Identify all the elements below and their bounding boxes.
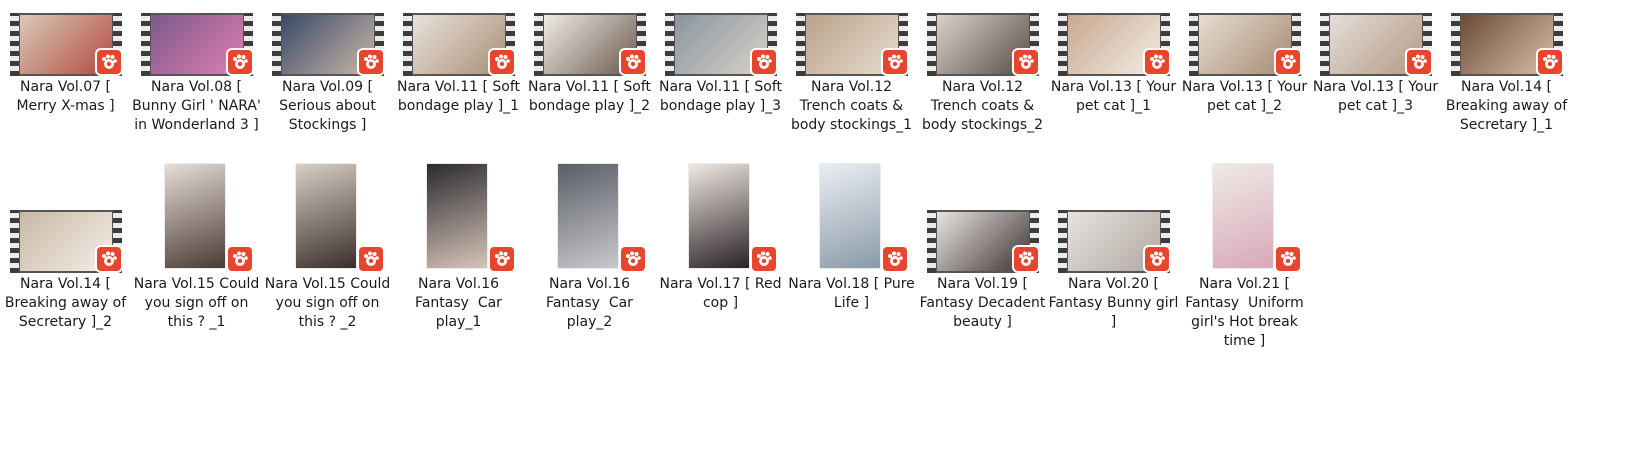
media-player-badge-icon xyxy=(619,245,647,273)
file-name-label: Nara Vol.13 [ Your pet cat ]_2 xyxy=(1181,79,1312,114)
file-name-label: Nara Vol.11 [ Soft bondage play ]_2 xyxy=(527,79,656,114)
media-player-badge-icon xyxy=(1536,48,1564,76)
file-item[interactable]: Nara Vol.13 [ Your pet cat ]_3 xyxy=(1310,0,1441,200)
file-item[interactable]: Nara Vol.15 Could you sign off on this ?… xyxy=(262,164,395,397)
media-player-badge-icon xyxy=(619,48,647,76)
file-item[interactable]: Nara Vol.16 Fantasy Car play_1 xyxy=(393,164,524,397)
media-player-badge-icon xyxy=(1274,48,1302,76)
file-name-label: Nara Vol.11 [ Soft bondage play ]_1 xyxy=(396,79,525,114)
file-name-label: Nara Vol.15 Could you sign off on this ?… xyxy=(133,276,264,330)
file-item[interactable]: Nara Vol.14 [ Breaking away of Secretary… xyxy=(1441,0,1572,200)
image-preview xyxy=(558,164,618,268)
file-item[interactable]: Nara Vol.18 [ Pure Life ] xyxy=(786,164,920,397)
media-player-badge-icon xyxy=(226,48,254,76)
file-name-label: Nara Vol.18 [ Pure Life ] xyxy=(788,276,920,311)
media-player-badge-icon xyxy=(750,245,778,273)
media-player-badge-icon xyxy=(357,245,385,273)
file-name-label: Nara Vol.15 Could you sign off on this ?… xyxy=(264,276,395,330)
file-name-label: Nara Vol.19 [ Fantasy Decadent beauty ] xyxy=(919,276,1050,330)
image-preview xyxy=(1213,164,1273,268)
file-name-label: Nara Vol.09 [ Serious about Stockings ] xyxy=(279,79,381,133)
media-player-badge-icon xyxy=(226,245,254,273)
file-name-label: Nara Vol.16 Fantasy Car play_2 xyxy=(546,276,638,330)
media-player-badge-icon xyxy=(1274,245,1302,273)
file-name-label: Nara Vol.11 [ Soft bondage play ]_3 xyxy=(658,79,787,114)
file-item[interactable]: Nara Vol.14 [ Breaking away of Secretary… xyxy=(0,197,131,397)
media-player-badge-icon xyxy=(95,245,123,273)
media-player-badge-icon xyxy=(1405,48,1433,76)
file-item[interactable]: Nara Vol.12 Trench coats & body stocking… xyxy=(917,0,1048,200)
media-player-badge-icon xyxy=(1012,48,1040,76)
file-name-label: Nara Vol.20 [ Fantasy Bunny girl ] xyxy=(1048,276,1183,330)
file-item[interactable]: Nara Vol.13 [ Your pet cat ]_1 xyxy=(1048,0,1179,200)
file-item[interactable]: Nara Vol.20 [ Fantasy Bunny girl ] xyxy=(1048,197,1179,397)
image-preview xyxy=(689,164,749,268)
media-player-badge-icon xyxy=(1012,245,1040,273)
image-preview xyxy=(165,164,225,268)
file-name-label: Nara Vol.08 [ Bunny Girl ' NARA' in Wond… xyxy=(132,79,266,133)
file-name-label: Nara Vol.13 [ Your pet cat ]_3 xyxy=(1312,79,1443,114)
file-name-label: Nara Vol.07 [ Merry X-mas ] xyxy=(16,79,116,114)
file-name-label: Nara Vol.17 [ Red cop ] xyxy=(659,276,786,311)
media-player-badge-icon xyxy=(1143,48,1171,76)
file-name-label: Nara Vol.12 Trench coats & body stocking… xyxy=(921,79,1044,133)
file-item[interactable]: Nara Vol.17 [ Red cop ] xyxy=(655,164,786,397)
file-name-label: Nara Vol.21 [ Fantasy Uniform girl's Hot… xyxy=(1185,276,1309,349)
file-item[interactable]: Nara Vol.16 Fantasy Car play_2 xyxy=(524,164,655,397)
media-player-badge-icon xyxy=(488,245,516,273)
file-name-label: Nara Vol.16 Fantasy Car play_1 xyxy=(415,276,507,330)
file-name-label: Nara Vol.14 [ Breaking away of Secretary… xyxy=(1445,79,1572,133)
file-name-label: Nara Vol.13 [ Your pet cat ]_1 xyxy=(1050,79,1181,114)
file-item[interactable]: Nara Vol.15 Could you sign off on this ?… xyxy=(131,164,264,397)
media-player-badge-icon xyxy=(95,48,123,76)
file-item[interactable]: Nara Vol.19 [ Fantasy Decadent beauty ] xyxy=(917,197,1048,397)
media-player-badge-icon xyxy=(881,48,909,76)
image-preview xyxy=(427,164,487,268)
file-name-label: Nara Vol.14 [ Breaking away of Secretary… xyxy=(4,276,131,330)
file-item[interactable]: Nara Vol.21 [ Fantasy Uniform girl's Hot… xyxy=(1179,164,1310,397)
file-name-label: Nara Vol.12 Trench coats & body stocking… xyxy=(790,79,913,133)
media-player-badge-icon xyxy=(750,48,778,76)
image-preview xyxy=(296,164,356,268)
media-player-badge-icon xyxy=(357,48,385,76)
file-item[interactable]: Nara Vol.07 [ Merry X-mas ] xyxy=(0,0,131,200)
media-player-badge-icon xyxy=(1143,245,1171,273)
file-grid: Nara Vol.07 [ Merry X-mas ] Nara Vol.08 [… xyxy=(0,0,1651,455)
image-preview xyxy=(820,164,880,268)
media-player-badge-icon xyxy=(881,245,909,273)
media-player-badge-icon xyxy=(488,48,516,76)
